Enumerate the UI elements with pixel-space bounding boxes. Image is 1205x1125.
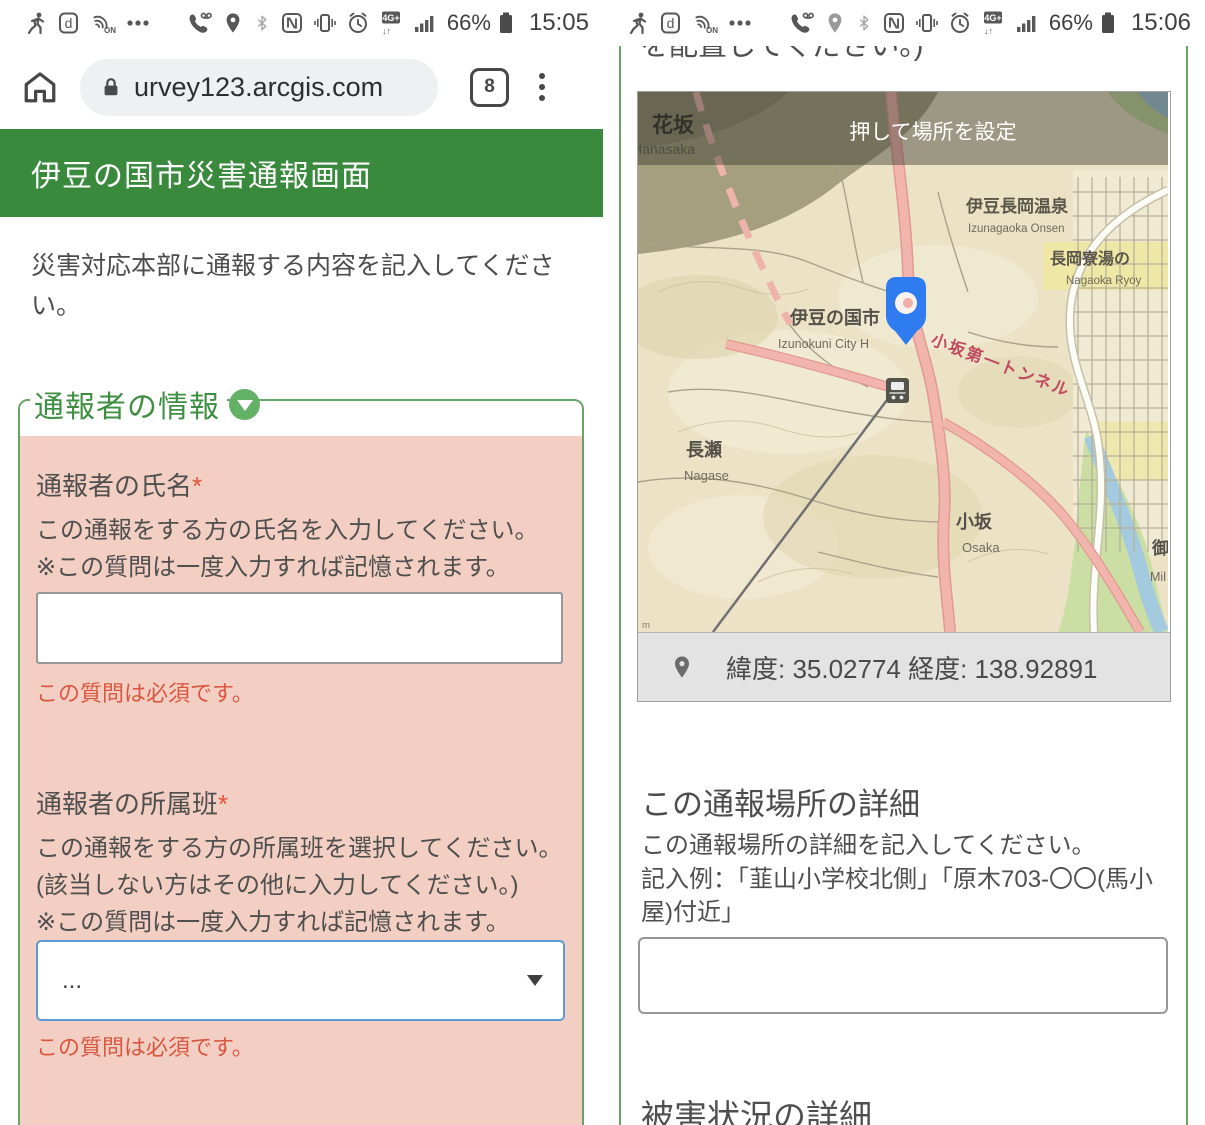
signal-strength-icon: [412, 11, 436, 35]
required-asterisk: *: [192, 471, 202, 501]
clock-time: 15:06: [1131, 9, 1191, 37]
status-bar-right: d ON 4G+ ↓↑ 66% 15:06: [608, 0, 1205, 46]
location-on-icon: [222, 11, 244, 35]
browser-menu-button[interactable]: [539, 73, 545, 101]
question-team-desc2: (該当しない方はその他に入力してください。): [36, 865, 519, 900]
question-team-desc3: ※この質問は一度入力すれば記憶されます。: [36, 902, 510, 937]
alarm-clock-icon: [346, 11, 370, 35]
nfc-icon: [280, 11, 304, 35]
battery-icon: [1098, 10, 1118, 36]
vibrate-icon: [915, 11, 939, 35]
nfc-icon: [882, 11, 906, 35]
form-title: 伊豆の国市災害通報画面: [31, 151, 372, 195]
map-label-hanasaka-jp: 花坂: [652, 113, 695, 137]
alarm-clock-icon: [948, 11, 972, 35]
damage-detail-label: 被害状況の詳細: [641, 1090, 872, 1125]
map-label-ryokan-en: Nagaoka Ryoy: [1066, 275, 1142, 287]
map-label-edge-jp: 御: [1151, 538, 1168, 558]
map-canvas[interactable]: 花坂 Hanasaka 押して場所を設定 伊豆長岡温泉 Izunagaoka O…: [638, 92, 1168, 632]
browser-toolbar: urvey123.arcgis.com 8: [0, 46, 603, 128]
battery-percent: 66%: [1049, 10, 1093, 36]
map-label-nagase-en: Nagase: [684, 468, 729, 483]
map-label-city-jp: 伊豆の国市: [789, 307, 880, 328]
d-badge-letter: d: [65, 15, 73, 31]
network-badge-label: 4G+: [382, 13, 399, 23]
form-intro-text: 災害対応本部に通報する内容を記入してください。: [31, 246, 583, 326]
question-name-error: この質問は必須です。: [36, 676, 254, 708]
url-text: urvey123.arcgis.com: [134, 72, 383, 103]
place-detail-label: この通報場所の詳細: [641, 779, 920, 824]
team-select-dropdown[interactable]: ...: [36, 940, 565, 1021]
map-label-onsen-en: Izunagaoka Onsen: [968, 223, 1065, 235]
lock-icon: [100, 75, 122, 99]
activity-runner-icon: [24, 11, 48, 35]
form-header: 伊豆の国市災害通報画面: [0, 129, 603, 217]
coordinate-readout: 緯度: 35.02774 経度: 138.92891: [726, 649, 1097, 686]
map-label-ryokan-jp: 長岡寮湯の: [1050, 249, 1130, 268]
tab-counter-button[interactable]: 8: [470, 68, 509, 107]
battery-percent: 66%: [447, 10, 491, 36]
url-bar[interactable]: urvey123.arcgis.com: [80, 59, 438, 116]
voicemail-phone-icon: [789, 11, 815, 35]
signal-strength-icon: [1014, 11, 1038, 35]
map-widget[interactable]: 花坂 Hanasaka 押して場所を設定 伊豆長岡温泉 Izunagaoka O…: [637, 91, 1171, 702]
dropdown-arrow-icon: [527, 975, 543, 986]
network-4g-icon: 4G+ ↓↑: [379, 10, 403, 36]
location-on-icon: [824, 11, 846, 35]
collapse-group-button[interactable]: [229, 389, 260, 420]
network-badge-label: 4G+: [984, 13, 1001, 23]
required-asterisk: *: [218, 789, 228, 819]
question-team-label: 通報者の所属班*: [36, 784, 228, 821]
coordinate-pin-icon: [670, 654, 694, 680]
group-legend: 通報者の情報: [30, 382, 260, 426]
wifi-calling-icon: ON: [692, 11, 718, 35]
map-instruction-text: 押して場所を設定: [849, 121, 1016, 144]
vibrate-icon: [313, 11, 337, 35]
map-scale-unit: m: [642, 620, 650, 631]
group-title: 通報者の情報: [30, 382, 227, 426]
status-bar-left: d ON 4G+ ↓↑ 66% 15:05: [0, 0, 603, 46]
place-detail-input[interactable]: [638, 937, 1168, 1014]
screenshot-stage: d ON 4G+ ↓↑ 66% 15:05 urvey123.arcgis.com…: [0, 0, 1205, 1125]
more-notifications-icon: [727, 11, 753, 35]
train-station-icon: [886, 378, 909, 403]
wifi-call-on-label: ON: [706, 26, 718, 35]
map-label-osaka-jp: 小坂: [956, 512, 993, 532]
map-label-osaka-en: Osaka: [962, 540, 1000, 555]
coordinate-bar: 緯度: 35.02774 経度: 138.92891: [638, 632, 1170, 701]
place-detail-desc1: この通報場所の詳細を記入してください。: [641, 829, 1096, 862]
network-4g-icon: 4G+ ↓↑: [981, 10, 1005, 36]
chevron-down-icon: [237, 400, 253, 411]
network-arrows: ↓↑: [984, 26, 993, 36]
wifi-calling-icon: ON: [90, 11, 116, 35]
tab-count: 8: [484, 76, 495, 98]
d-point-icon: d: [659, 11, 683, 35]
network-arrows: ↓↑: [382, 26, 391, 36]
bluetooth-icon: [855, 11, 873, 35]
map-label-city-en: Izunokuni City H: [778, 337, 869, 351]
map-label-nagase-jp: 長瀬: [686, 440, 722, 460]
bluetooth-icon: [253, 11, 271, 35]
map-label-edge-en: Mil: [1150, 570, 1166, 584]
more-notifications-icon: [125, 11, 151, 35]
d-point-icon: d: [57, 11, 81, 35]
voicemail-phone-icon: [187, 11, 213, 35]
map-label-onsen-jp: 伊豆長岡温泉: [965, 196, 1069, 216]
question-name-desc2: ※この質問は一度入力すれば記憶されます。: [36, 547, 510, 582]
question-team-desc1: この通報をする方の所属班を選択してください。: [36, 828, 563, 863]
clock-time: 15:05: [529, 9, 589, 37]
wifi-call-on-label: ON: [104, 26, 116, 35]
reporter-name-input[interactable]: [36, 592, 563, 664]
selected-value: ...: [62, 967, 527, 995]
activity-runner-icon: [626, 11, 650, 35]
question-name-label: 通報者の氏名*: [36, 466, 202, 503]
question-team-error: この質問は必須です。: [36, 1030, 254, 1062]
map-label-hanasaka-en: Hanasaka: [638, 141, 695, 157]
place-detail-desc2: 記入例：「韮山小学校北側」「原木703-〇〇(馬小屋)付近」: [641, 863, 1169, 929]
home-button[interactable]: [20, 69, 60, 105]
d-badge-letter: d: [667, 15, 675, 31]
battery-icon: [496, 10, 516, 36]
question-name-desc1: この通報をする方の氏名を入力してください。: [36, 510, 539, 545]
